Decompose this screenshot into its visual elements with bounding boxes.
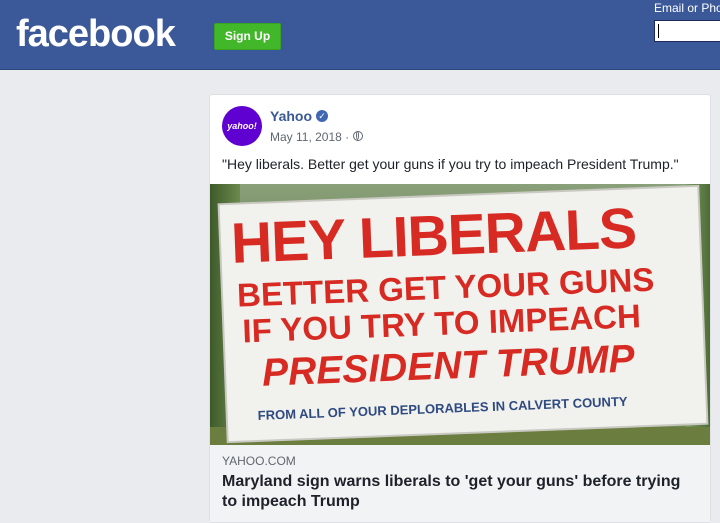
post-timestamp[interactable]: May 11, 2018 · [270,130,349,144]
post-card: yahoo! Yahoo ✓ May 11, 2018 · "Hey liber… [209,94,711,523]
post-image[interactable]: HEY LIBERALS BETTER GET YOUR GUNS IF YOU… [210,184,710,445]
top-bar: facebook Sign Up Email or Phone [0,0,720,70]
link-preview[interactable]: YAHOO.COM Maryland sign warns liberals t… [210,445,710,522]
sign-up-button[interactable]: Sign Up [214,23,281,50]
page-name-link[interactable]: Yahoo [270,108,312,124]
billboard-sign: HEY LIBERALS BETTER GET YOUR GUNS IF YOU… [219,186,707,442]
email-label: Email or Phone [654,1,720,15]
post-text: "Hey liberals. Better get your guns if y… [222,156,679,172]
globe-icon [353,131,363,141]
verified-badge-icon: ✓ [316,110,328,122]
sign-line-5: FROM ALL OF YOUR DEPLORABLES IN CALVERT … [257,393,628,423]
page-avatar[interactable]: yahoo! [222,106,262,146]
link-headline[interactable]: Maryland sign warns liberals to 'get you… [222,472,692,512]
facebook-logo[interactable]: facebook [16,11,176,57]
text-caret [658,24,659,38]
link-domain: YAHOO.COM [222,454,296,468]
email-input[interactable] [654,20,720,42]
